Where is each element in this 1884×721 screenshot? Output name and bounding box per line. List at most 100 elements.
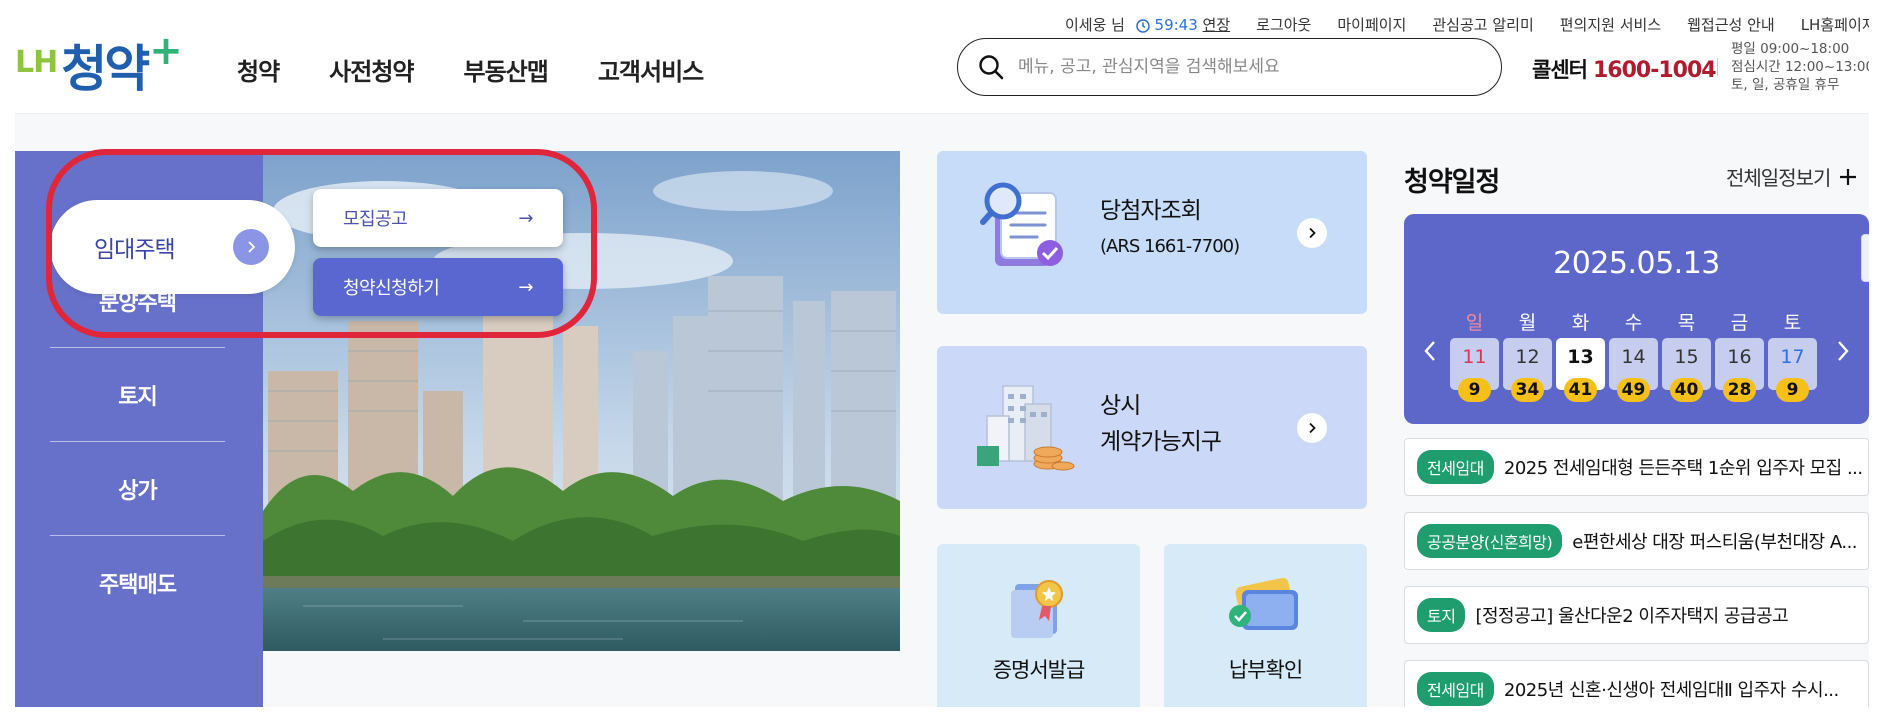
notice-title: 2025년 신혼·신생아 전세임대Ⅱ 입주자 수시... [1503, 680, 1839, 701]
notice-item[interactable]: 공공분양(신혼희망) e편한세상 대장 퍼스티움(부천대장 A... [1404, 512, 1869, 570]
chevron-right-icon[interactable] [1297, 218, 1327, 248]
view-all-schedule-link[interactable]: 전체일정보기 [1726, 162, 1858, 191]
side-item-rental-housing[interactable]: 임대주택 [50, 200, 295, 294]
interest-alert-link[interactable]: 관심공고 알리미 [1432, 14, 1533, 34]
day-count-badge: 49 [1617, 378, 1650, 402]
certificate-icon [1009, 576, 1069, 644]
arrow-right-icon: → [518, 276, 533, 298]
hours-weekday: 평일 09:00~18:00 [1731, 41, 1850, 57]
day-name: 수 [1624, 312, 1643, 334]
notice-item[interactable]: 전세임대 2025 전세임대형 든든주택 1순위 입주자 모집 ... [1404, 438, 1869, 496]
payment-check-card[interactable]: 납부확인 [1164, 544, 1367, 707]
notice-category-badge: 전세임대 [1417, 672, 1494, 706]
extend-session-link[interactable]: 연장 [1203, 16, 1231, 34]
calendar-day-tue: 화 13 41 [1556, 308, 1605, 402]
nav-item-cheongyak[interactable]: 청약 [237, 52, 280, 87]
search-bar[interactable] [957, 38, 1502, 96]
callcenter-hours: 평일 09:00~18:00 점심시간 12:00~13:00 토, 일, 공휴… [1731, 40, 1869, 94]
calendar-day-mon: 월 12 34 [1503, 308, 1552, 402]
apply-subscription-button[interactable]: 청약신청하기 → [313, 258, 563, 316]
site-header: LH 청약 + 청약 사전청약 부동산맵 고객서비스 이세웅 님 59:43 연… [15, 14, 1869, 114]
lh-cheongyak-logo[interactable]: LH 청약 + [15, 28, 183, 98]
notice-item[interactable]: 토지 [정정공고] 울산다운2 이주자택지 공급공고 [1404, 586, 1869, 644]
ars-number: (ARS 1661-7700) [1100, 236, 1240, 257]
nav-item-real-estate-map[interactable]: 부동산맵 [464, 52, 549, 87]
nav-item-pre-subscription[interactable]: 사전청약 [329, 52, 414, 87]
user-name-text: 이세웅 님 [1065, 16, 1125, 34]
chevron-left-icon[interactable] [1420, 336, 1440, 366]
side-item-house-selling[interactable]: 주택매도 [50, 536, 225, 630]
logout-link[interactable]: 로그아웃 [1256, 14, 1311, 34]
lh-homepage-link[interactable]: LH홈페이지 [1801, 14, 1869, 34]
callcenter-label: 콜센터 [1532, 58, 1588, 82]
schedule-title: 청약일정 [1404, 167, 1500, 198]
wallet-check-icon [1228, 577, 1300, 640]
main-nav: 청약 사전청약 부동산맵 고객서비스 [237, 52, 704, 87]
payment-check-label: 납부확인 [1228, 658, 1303, 682]
contract-available-title: 상시 계약가능지구 [1100, 388, 1222, 460]
day-name: 금 [1730, 312, 1749, 334]
side-item-land[interactable]: 토지 [50, 348, 225, 442]
schedule-calendar-panel: 2025.05.13 일 11 9 월 12 34 화 13 41 수 14 4… [1404, 214, 1869, 424]
winner-lookup-label: 당첨자조회 [1100, 198, 1202, 224]
logo-plus-text: + [149, 28, 183, 74]
day-name: 화 [1571, 312, 1590, 334]
hours-lunch: 점심시간 12:00~13:00 [1731, 59, 1869, 75]
side-item-commercial[interactable]: 상가 [50, 442, 225, 536]
day-name: 목 [1677, 312, 1696, 334]
contract-line-2: 계약가능지구 [1100, 429, 1222, 455]
user-name: 이세웅 님 59:43 연장 [1065, 14, 1230, 34]
notice-category-badge: 전세임대 [1417, 450, 1494, 484]
day-name: 일 [1465, 312, 1484, 334]
chevron-right-icon[interactable] [1833, 336, 1853, 366]
calendar-day-thu: 목 15 40 [1662, 308, 1711, 402]
plus-icon [1838, 167, 1858, 187]
winner-lookup-card[interactable]: 당첨자조회 (ARS 1661-7700) [937, 151, 1367, 314]
certificate-issue-label: 증명서발급 [992, 658, 1086, 682]
hours-closed: 토, 일, 공휴일 휴무 [1731, 77, 1840, 93]
notice-category-badge: 토지 [1417, 598, 1466, 632]
clock-icon [1136, 18, 1150, 33]
notice-category-badge: 공공분양(신혼희망) [1417, 524, 1563, 558]
notice-title: e편한세상 대장 퍼스티움(부천대장 A... [1572, 532, 1858, 553]
logo-main-text: 청약 [61, 40, 150, 98]
web-accessibility-link[interactable]: 웹접근성 안내 [1687, 14, 1775, 34]
nav-item-customer-service[interactable]: 고객서비스 [598, 52, 704, 87]
side-scroll-tab[interactable] [1861, 234, 1869, 282]
search-icon[interactable] [978, 54, 1004, 80]
side-item-rental-housing-label: 임대주택 [94, 237, 176, 263]
certificate-issue-card[interactable]: 증명서발급 [937, 544, 1140, 707]
day-count-badge: 41 [1564, 378, 1597, 402]
day-count-badge: 9 [1458, 378, 1491, 402]
search-input[interactable] [1018, 57, 1478, 77]
callcenter-number[interactable]: 1600-1004 [1593, 58, 1717, 83]
day-count-badge: 40 [1670, 378, 1703, 402]
schedule-current-date: 2025.05.13 [1553, 246, 1720, 281]
recruitment-notice-button[interactable]: 모집공고 → [313, 189, 563, 247]
logo-lh-text: LH [15, 45, 58, 80]
calendar-day-sun: 일 11 9 [1450, 308, 1499, 402]
session-timer: 59:43 [1154, 16, 1198, 34]
notice-title: 2025 전세임대형 든든주택 1순위 입주자 모집 ... [1503, 458, 1863, 479]
day-count-badge: 34 [1511, 378, 1544, 402]
calendar-day-sat: 토 17 9 [1768, 308, 1817, 402]
winner-lookup-title: 당첨자조회 (ARS 1661-7700) [1100, 193, 1240, 265]
notice-title: [정정공고] 울산다운2 이주자택지 공급공고 [1475, 606, 1789, 627]
day-name: 토 [1783, 312, 1802, 334]
recruitment-notice-label: 모집공고 [343, 209, 408, 230]
arrow-right-icon: → [518, 207, 533, 229]
notice-item[interactable]: 전세임대 2025년 신혼·신생아 전세임대Ⅱ 입주자 수시... [1404, 660, 1869, 707]
mypage-link[interactable]: 마이페이지 [1337, 14, 1406, 34]
chevron-right-icon[interactable] [1297, 413, 1327, 443]
accessibility-service-link[interactable]: 편의지원 서비스 [1560, 14, 1661, 34]
day-name: 월 [1518, 312, 1537, 334]
utility-links: 이세웅 님 59:43 연장 로그아웃 마이페이지 관심공고 알리미 편의지원 … [1065, 14, 1869, 34]
contract-available-card[interactable]: 상시 계약가능지구 [937, 346, 1367, 509]
apply-subscription-label: 청약신청하기 [343, 278, 440, 299]
day-count-badge: 9 [1776, 378, 1809, 402]
chevron-right-icon [233, 229, 269, 265]
contract-line-1: 상시 [1100, 393, 1141, 419]
buildings-coins-icon [973, 376, 1078, 480]
callcenter: 콜센터 1600-1004 [1532, 54, 1717, 84]
calendar-day-fri: 금 16 28 [1715, 308, 1764, 402]
